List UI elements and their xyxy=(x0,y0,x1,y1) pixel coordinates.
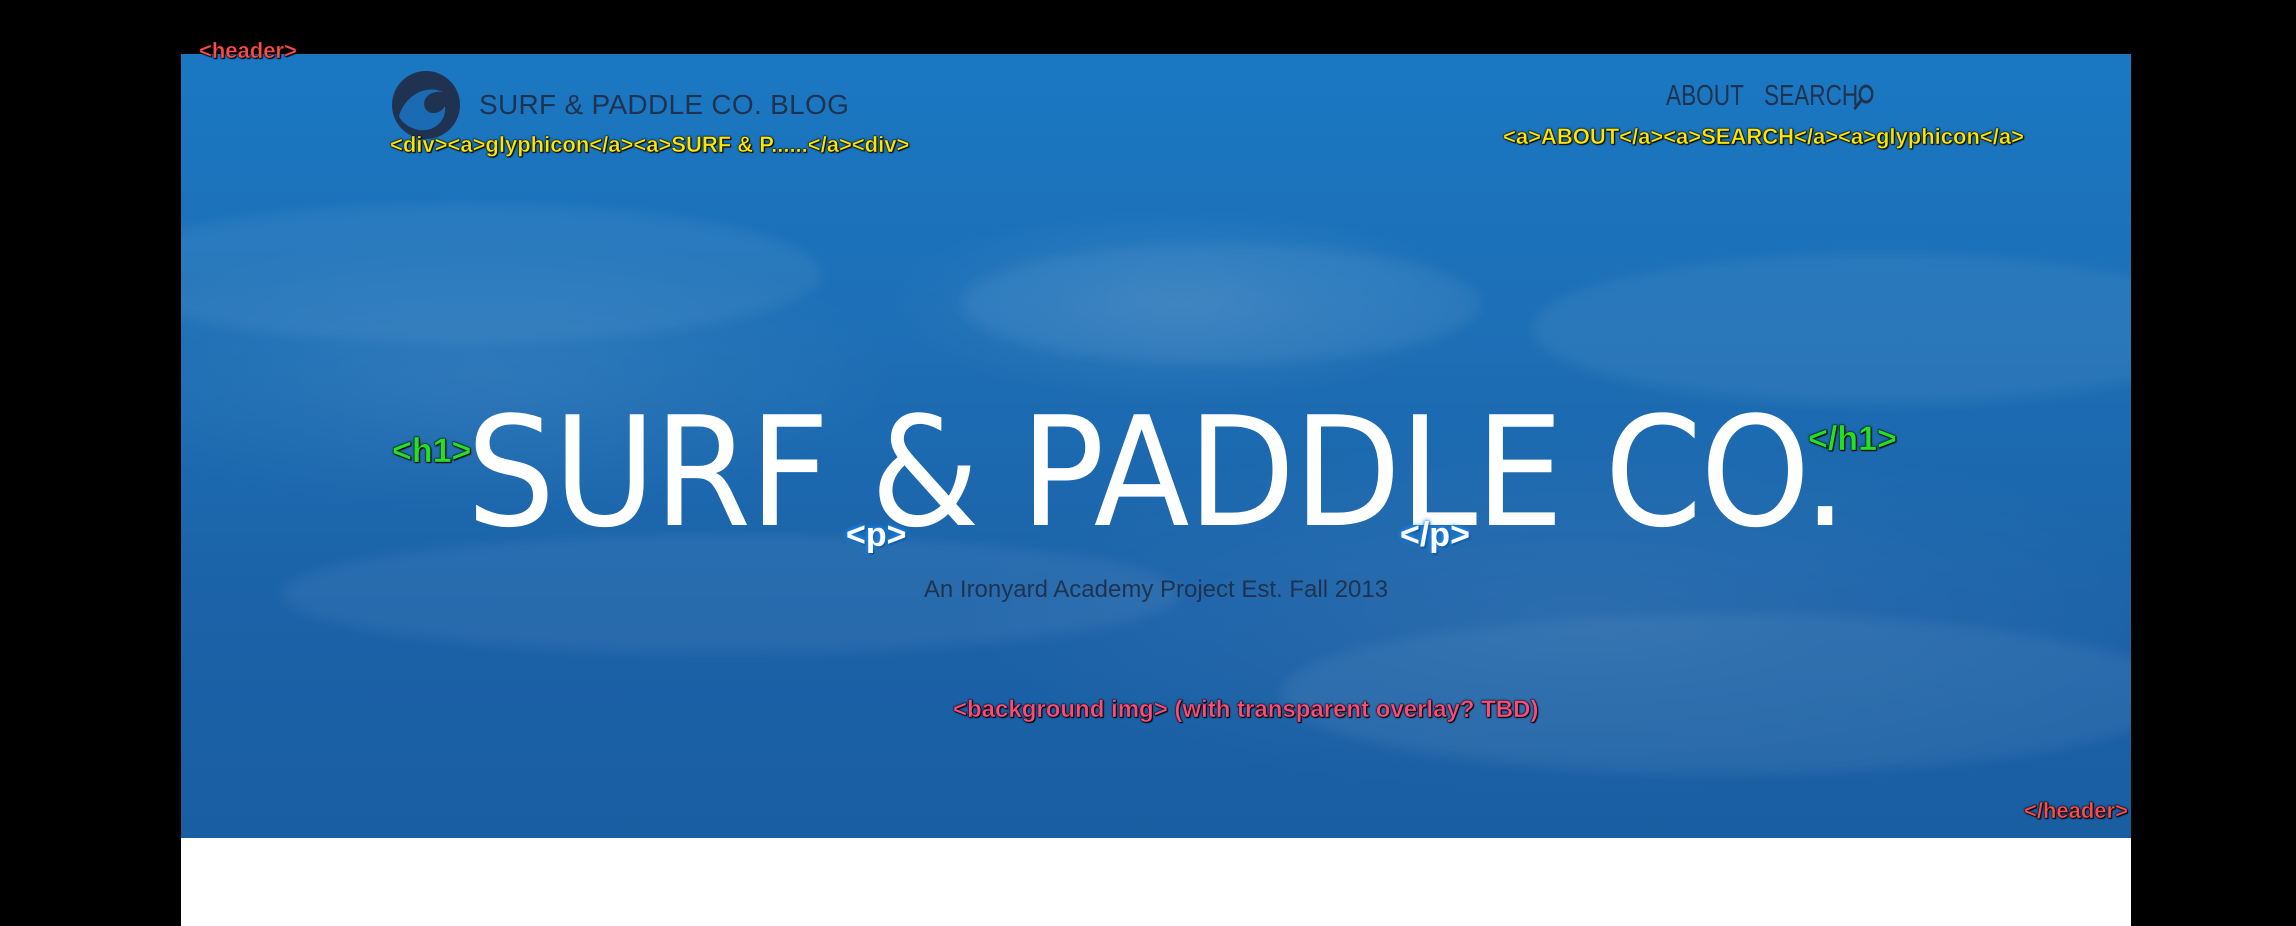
wave-texture xyxy=(181,204,821,344)
p-open-tag: <p> xyxy=(846,516,907,554)
header-open-tag: <header> xyxy=(199,38,297,64)
h1-open-tag: <h1> xyxy=(392,432,472,471)
page-canvas: SURF & PADDLE CO. BLOG ABOUT SEARCH SURF… xyxy=(181,54,2131,926)
logo-text-link[interactable]: SURF & PADDLE CO. BLOG xyxy=(479,89,849,121)
header-close-tag: </header> xyxy=(2024,798,2129,824)
logo-div-tag: <div><a>glyphicon</a><a>SURF & P......</… xyxy=(390,132,910,158)
logo-link[interactable] xyxy=(391,70,461,140)
search-icon-link[interactable] xyxy=(1852,82,1875,112)
logo-group: SURF & PADDLE CO. BLOG xyxy=(391,70,849,140)
background-note-tag: <background img> (with transparent overl… xyxy=(953,696,1539,724)
nav-search-link[interactable]: SEARCH xyxy=(1764,80,1858,113)
search-icon xyxy=(1853,84,1874,110)
wave-texture xyxy=(1531,254,2131,404)
wave-logo-icon xyxy=(392,71,460,139)
wave-texture xyxy=(1281,614,2131,774)
h1-close-tag: </h1> xyxy=(1808,420,1897,459)
p-close-tag: </p> xyxy=(1400,516,1470,554)
nav-about-link[interactable]: ABOUT xyxy=(1666,80,1744,113)
hero-title: SURF & PADDLE CO. xyxy=(466,384,1847,561)
wave-texture xyxy=(961,244,1481,364)
nav-links-tag: <a>ABOUT</a><a>SEARCH</a><a>glyphicon</a… xyxy=(1503,124,2025,150)
hero-subtitle: An Ironyard Academy Project Est. Fall 20… xyxy=(923,576,1389,603)
main-nav: ABOUT SEARCH xyxy=(1666,80,1882,113)
